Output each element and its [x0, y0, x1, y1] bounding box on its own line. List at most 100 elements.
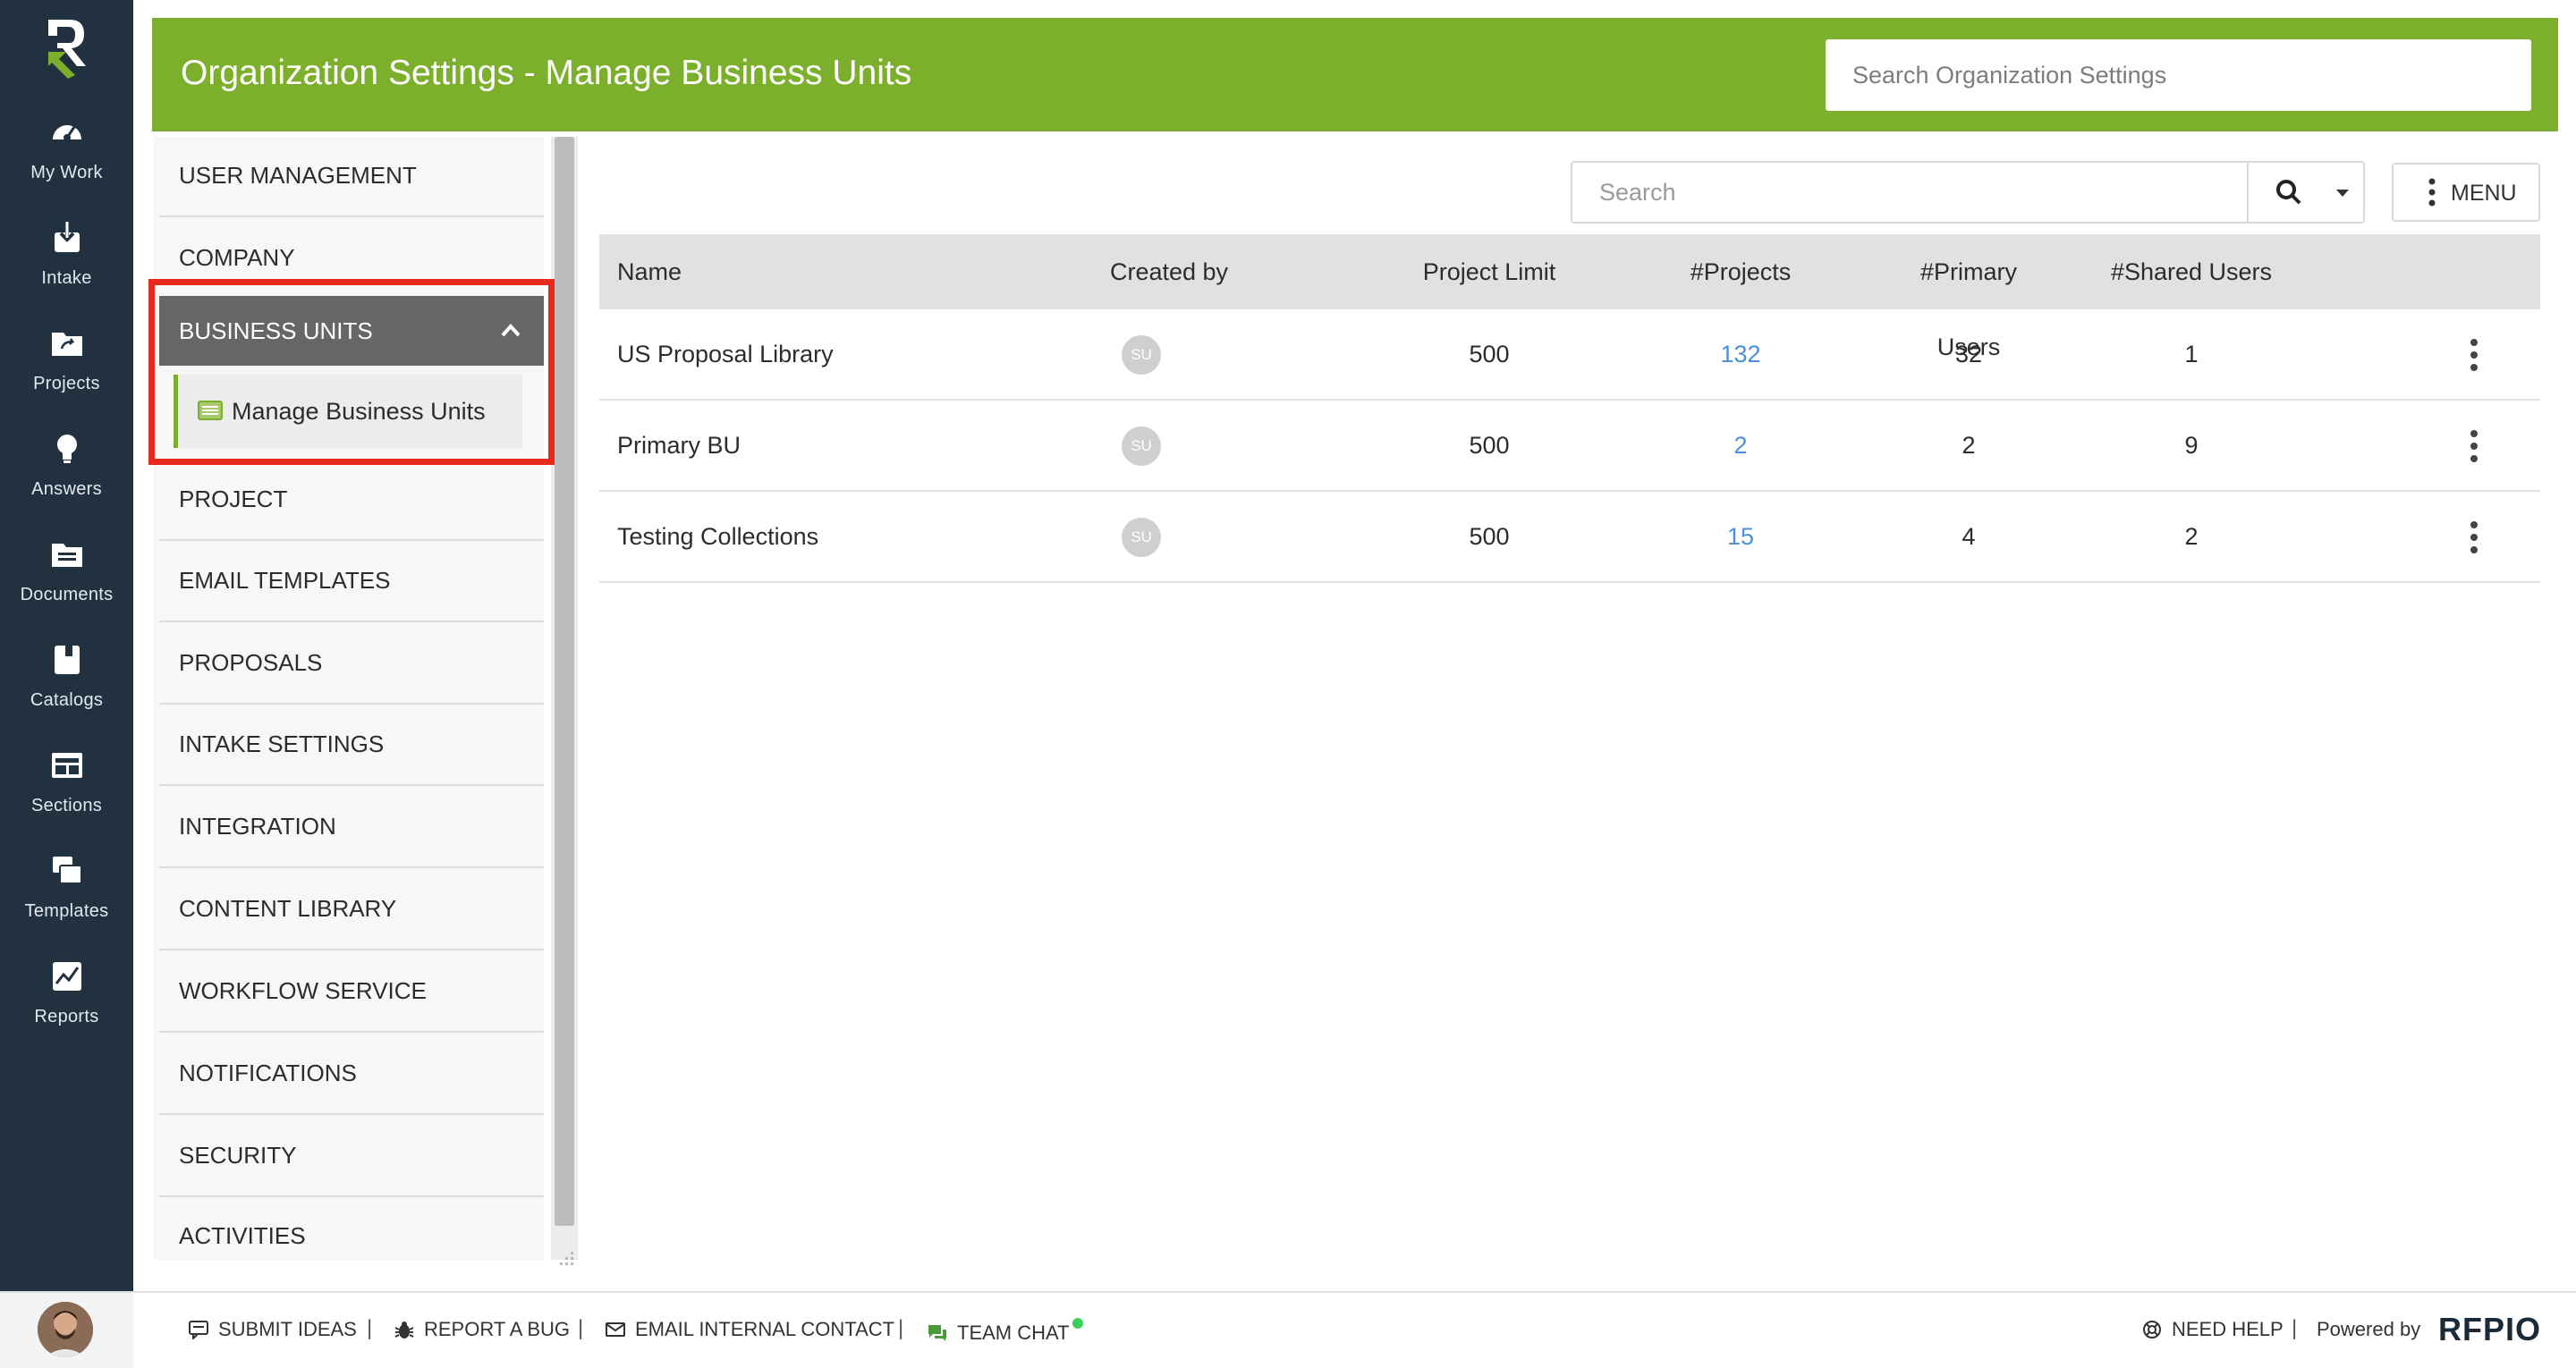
cell-projects-link[interactable]: 15: [1678, 492, 1803, 581]
rail-label: Templates: [24, 901, 109, 921]
search-icon: [2276, 180, 2301, 205]
resize-grip-icon[interactable]: [556, 1248, 576, 1268]
nav-item-user-management[interactable]: USER MANAGEMENT: [159, 137, 544, 217]
rail-label: Sections: [30, 796, 103, 815]
envelope-icon: [606, 1322, 625, 1337]
rail-item-sections[interactable]: Sections: [0, 747, 133, 846]
page-header: Organization Settings - Manage Business …: [152, 18, 2558, 131]
highlight-annotation-box: [148, 279, 555, 465]
report-bug-label: REPORT A BUG: [424, 1318, 571, 1340]
need-help-link[interactable]: NEED HELP: [2141, 1318, 2284, 1341]
cell-shared-users: 2: [2184, 523, 2199, 550]
user-avatar[interactable]: [38, 1302, 93, 1357]
nav-item-intake-settings[interactable]: INTAKE SETTINGS: [159, 705, 544, 786]
rail-item-answers[interactable]: Answers: [0, 431, 133, 529]
rail-label: Intake: [41, 268, 92, 288]
projects-folder-icon: [51, 333, 82, 356]
email-contact-label: EMAIL INTERNAL CONTACT: [635, 1318, 895, 1340]
comment-icon: [189, 1321, 208, 1339]
table-header-row: Name Created by Project Limit #Projects …: [599, 234, 2540, 360]
rail-item-intake[interactable]: Intake: [0, 220, 133, 318]
footer-separator: |: [578, 1316, 584, 1340]
table-row[interactable]: Testing Collections SU 500 15 4 2: [599, 492, 2540, 583]
cell-primary-users: 4: [1962, 523, 1976, 550]
cell-projects-link[interactable]: 2: [1678, 401, 1803, 490]
cell-primary-users: 2: [1962, 432, 1976, 459]
column-header-created-by[interactable]: Created by: [1084, 234, 1254, 309]
rfpio-logo: RFPIO: [2438, 1311, 2542, 1347]
column-header-name[interactable]: Name: [617, 234, 682, 309]
nav-item-activities[interactable]: ACTIVITIES: [159, 1197, 544, 1260]
templates-icon: [52, 857, 82, 884]
submit-ideas-label: SUBMIT IDEAS: [218, 1318, 357, 1340]
left-rail: My Work Intake Projects Answers Document…: [0, 0, 133, 1291]
dashboard-icon: [52, 125, 81, 141]
cell-projects-link[interactable]: 132: [1678, 309, 1803, 399]
intake-icon: [54, 222, 80, 252]
catalogs-icon: [54, 646, 80, 674]
nav-item-security[interactable]: SECURITY: [159, 1117, 544, 1197]
cell-project-limit: 500: [1469, 523, 1510, 550]
rail-item-documents[interactable]: Documents: [0, 536, 133, 635]
rail-label: Projects: [33, 374, 100, 393]
documents-icon: [51, 544, 82, 567]
nav-item-workflow-service[interactable]: WORKFLOW SERVICE: [159, 952, 544, 1033]
page-title: Organization Settings - Manage Business …: [181, 54, 912, 92]
bug-icon: [394, 1322, 414, 1338]
cell-name: Primary BU: [617, 432, 741, 459]
rail-item-templates[interactable]: Templates: [0, 853, 133, 951]
nav-item-proposals[interactable]: PROPOSALS: [159, 624, 544, 705]
nav-item-project[interactable]: PROJECT: [159, 460, 544, 541]
nav-item-integration[interactable]: INTEGRATION: [159, 788, 544, 868]
rail-item-catalogs[interactable]: Catalogs: [0, 642, 133, 740]
business-units-table: Name Created by Project Limit #Projects …: [599, 234, 2540, 583]
table-row[interactable]: Primary BU SU 500 2 2 9: [599, 401, 2540, 492]
report-bug-link[interactable]: REPORT A BUG: [394, 1318, 570, 1341]
column-header-projects[interactable]: #Projects: [1678, 234, 1803, 309]
submit-ideas-link[interactable]: SUBMIT IDEAS: [188, 1318, 357, 1341]
rail-label: Catalogs: [30, 690, 104, 710]
row-menu-kebab-icon[interactable]: [2467, 429, 2481, 463]
footer-bar: SUBMIT IDEAS | REPORT A BUG | EMAIL INTE…: [0, 1291, 2576, 1368]
rail-item-projects[interactable]: Projects: [0, 325, 133, 424]
footer-separator: |: [367, 1316, 373, 1340]
cell-shared-users: 1: [2184, 341, 2199, 367]
need-help-label: NEED HELP: [2172, 1318, 2284, 1340]
lifebuoy-icon: [2143, 1321, 2161, 1338]
cell-project-limit: 500: [1469, 432, 1510, 459]
rail-label: Documents: [20, 585, 114, 604]
cell-shared-users: 9: [2184, 432, 2199, 459]
menu-button[interactable]: MENU: [2392, 163, 2540, 222]
footer-separator: |: [2292, 1316, 2298, 1340]
team-chat-link[interactable]: TEAM CHAT: [927, 1318, 1084, 1345]
row-menu-kebab-icon[interactable]: [2467, 338, 2481, 372]
business-units-search-input[interactable]: [1571, 161, 2250, 224]
org-settings-search-input[interactable]: [1826, 39, 2531, 111]
cell-primary-users: 32: [1954, 341, 1983, 367]
rail-item-my-work[interactable]: My Work: [0, 114, 133, 213]
search-button[interactable]: [2247, 161, 2365, 224]
nav-item-content-library[interactable]: CONTENT LIBRARY: [159, 870, 544, 950]
rail-label: Answers: [31, 479, 102, 499]
row-menu-kebab-icon[interactable]: [2467, 520, 2481, 554]
reports-icon: [52, 962, 81, 991]
nav-item-email-templates[interactable]: EMAIL TEMPLATES: [159, 542, 544, 622]
kebab-icon: [2428, 178, 2436, 207]
app-logo-icon[interactable]: [39, 16, 93, 80]
cell-name: Testing Collections: [617, 523, 819, 550]
rail-label: Reports: [34, 1007, 99, 1026]
rail-item-reports[interactable]: Reports: [0, 958, 133, 1057]
nav-scrollbar[interactable]: [555, 137, 574, 1226]
table-row[interactable]: US Proposal Library SU 500 132 32 1: [599, 309, 2540, 401]
column-header-shared-users[interactable]: #Shared Users: [2102, 234, 2281, 309]
chat-icon: [928, 1325, 946, 1341]
sections-icon: [51, 753, 82, 778]
avatar: SU: [1122, 426, 1161, 466]
email-internal-contact-link[interactable]: EMAIL INTERNAL CONTACT: [605, 1318, 894, 1341]
lightbulb-icon: [56, 435, 77, 463]
nav-item-notifications[interactable]: NOTIFICATIONS: [159, 1034, 544, 1115]
caret-down-icon[interactable]: [2334, 188, 2351, 198]
column-header-project-limit[interactable]: Project Limit: [1404, 234, 1574, 309]
avatar: SU: [1122, 518, 1161, 557]
cell-project-limit: 500: [1469, 341, 1510, 367]
